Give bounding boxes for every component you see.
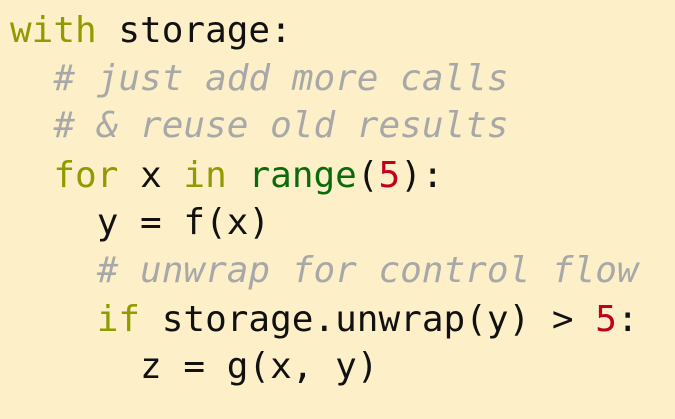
code-line-4: for x in range(5): <box>10 152 444 200</box>
code-line-1: with storage: <box>10 7 292 55</box>
code-line-5: y = f(x) <box>10 199 270 247</box>
loop-variable: x <box>118 155 184 196</box>
code-line-7: if storage.unwrap(y) > 5: <box>10 296 639 344</box>
storage-context: storage: <box>96 10 292 51</box>
keyword-in: in <box>183 155 227 196</box>
keyword-if: if <box>96 299 141 340</box>
code-line-2: # just add more calls <box>10 55 509 103</box>
number-five: 5 <box>378 155 401 196</box>
code-editor: with storage: # just add more calls # & … <box>0 0 675 419</box>
comment-line: # & reuse old results <box>53 105 509 146</box>
number-five: 5 <box>595 299 617 340</box>
code-line-8: z = g(x, y) <box>10 343 378 391</box>
comment-line: # unwrap for control flow <box>96 250 639 291</box>
keyword-with: with <box>10 10 97 51</box>
assignment-y: y = f(x) <box>96 202 271 243</box>
builtin-range: range <box>248 155 357 196</box>
code-line-3: # & reuse old results <box>10 102 509 150</box>
code-line-6: # unwrap for control flow <box>10 247 639 295</box>
keyword-for: for <box>53 155 119 196</box>
open-paren: ( <box>356 155 379 196</box>
assignment-z: z = g(x, y) <box>140 346 379 387</box>
colon: : <box>616 299 639 340</box>
close-paren-colon: ): <box>400 155 444 196</box>
comment-line: # just add more calls <box>53 58 509 99</box>
condition-expression: storage.unwrap(y) > <box>140 299 596 340</box>
